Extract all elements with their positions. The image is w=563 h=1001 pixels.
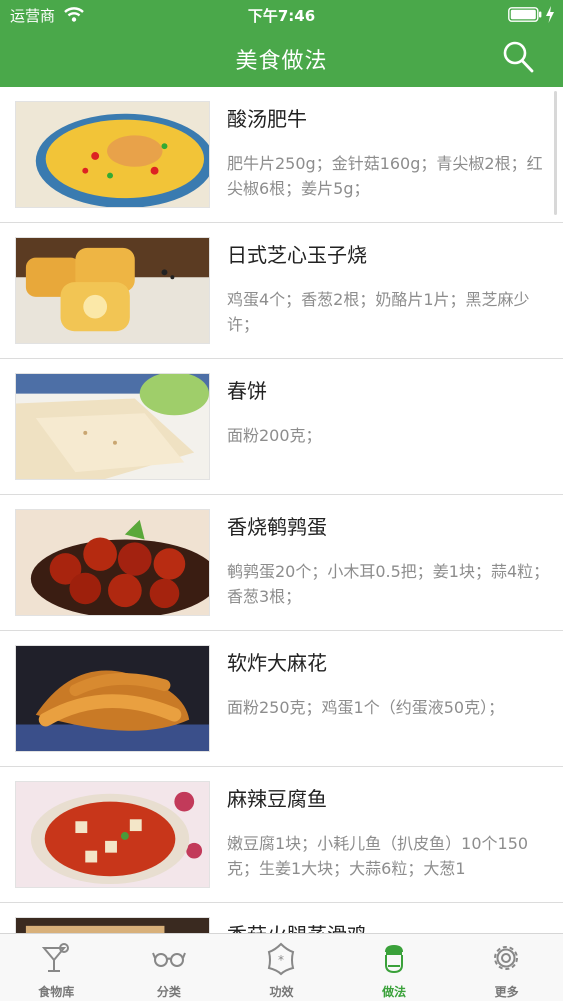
tab-label: 食物库 <box>38 985 75 999</box>
recipe-thumbnail <box>15 917 210 933</box>
recipe-ingredients: 嫩豆腐1块；小耗儿鱼（扒皮鱼）10个150克；生姜1大块；大蒜6粒；大葱1 <box>227 834 529 878</box>
recipe-row[interactable]: 酸汤肥牛 肥牛片250g；金针菇160g；青尖椒2根；红尖椒6根；姜片5g； <box>0 87 563 223</box>
flower-icon: * <box>267 942 295 976</box>
recipe-row[interactable]: 日式芝心玉子烧 鸡蛋4个；香葱2根；奶酪片1片；黑芝麻少许； <box>0 223 563 359</box>
status-bar: 运营商 下午7:46 <box>0 0 563 30</box>
recipe-ingredients: 肥牛片250g；金针菇160g；青尖椒2根；红尖椒6根；姜片5g； <box>227 154 543 198</box>
tab-label: 分类 <box>156 985 181 999</box>
tab-label: 功效 <box>269 985 294 999</box>
recipe-thumbnail <box>15 237 210 344</box>
recipe-row[interactable]: 香烧鹌鹑蛋 鹌鹑蛋20个；小木耳0.5把；姜1块；蒜4粒；香葱3根； <box>0 495 563 631</box>
tab-bar: 食物库 分类 * 功效 做法 更多 <box>0 933 563 1001</box>
recipe-title: 香烧鹌鹑蛋 <box>227 515 327 539</box>
page-title: 美食做法 <box>235 49 328 74</box>
recipe-thumbnail <box>15 645 210 752</box>
tab-efficacy[interactable]: * 功效 <box>225 934 338 1001</box>
recipe-title: 软炸大麻花 <box>227 651 327 675</box>
recipe-row[interactable]: 春饼 面粉200克； <box>0 359 563 495</box>
recipe-ingredients: 面粉250克；鸡蛋1个（约蛋液50克）； <box>227 698 505 717</box>
recipe-row[interactable]: 麻辣豆腐鱼 嫩豆腐1块；小耗儿鱼（扒皮鱼）10个150克；生姜1大块；大蒜6粒；… <box>0 767 563 903</box>
recipe-row[interactable]: 香菇火腿蒸滑鸡 <box>0 903 563 933</box>
recipe-thumbnail <box>15 509 210 616</box>
tab-label: 做法 <box>382 985 407 999</box>
tab-food-library[interactable]: 食物库 <box>0 934 113 1001</box>
recipe-list[interactable]: 酸汤肥牛 肥牛片250g；金针菇160g；青尖椒2根；红尖椒6根；姜片5g； 日… <box>0 87 563 933</box>
cocktail-icon <box>41 943 69 972</box>
tab-more[interactable]: 更多 <box>450 934 563 1001</box>
tab-category[interactable]: 分类 <box>113 934 226 1001</box>
charging-icon <box>546 6 554 23</box>
chef-icon <box>384 945 403 974</box>
svg-text:*: * <box>278 953 284 967</box>
glasses-icon <box>151 952 186 967</box>
recipe-thumbnail <box>15 101 210 208</box>
search-icon[interactable] <box>502 40 534 74</box>
battery-icon <box>508 7 542 22</box>
recipe-thumbnail <box>15 781 210 888</box>
recipe-title: 日式芝心玉子烧 <box>227 243 367 267</box>
recipe-title: 麻辣豆腐鱼 <box>227 787 327 811</box>
tab-recipes[interactable]: 做法 <box>338 934 451 1001</box>
recipe-thumbnail <box>15 373 210 480</box>
top-bar: 运营商 下午7:46 美食做法 <box>0 0 563 87</box>
recipe-ingredients: 鸡蛋4个；香葱2根；奶酪片1片；黑芝麻少许； <box>227 290 530 334</box>
status-time: 下午7:46 <box>247 7 316 25</box>
recipe-row[interactable]: 软炸大麻花 面粉250克；鸡蛋1个（约蛋液50克）； <box>0 631 563 767</box>
recipe-title: 春饼 <box>227 379 267 403</box>
recipe-ingredients: 鹌鹑蛋20个；小木耳0.5把；姜1块；蒜4粒；香葱3根； <box>227 562 550 606</box>
gear-icon <box>494 946 519 970</box>
recipe-ingredients: 面粉200克； <box>227 426 322 445</box>
recipe-title: 香菇火腿蒸滑鸡 <box>227 919 367 933</box>
tab-label: 更多 <box>494 985 519 999</box>
recipe-title: 酸汤肥牛 <box>227 107 307 131</box>
